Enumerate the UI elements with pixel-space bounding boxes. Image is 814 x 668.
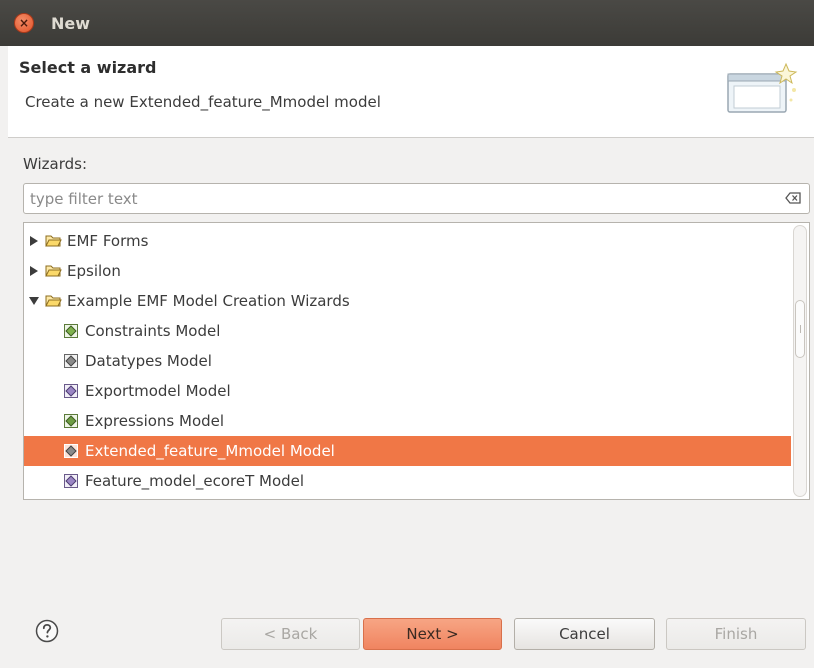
tree-item-constraints-model[interactable]: Constraints Model <box>24 316 791 346</box>
folder-icon <box>45 295 62 307</box>
tree-item-label: Exportmodel Model <box>85 382 231 400</box>
ecore-model-icon <box>64 414 78 428</box>
wizard-tree[interactable]: EMF Forms Epsilon Example EMF Model Crea… <box>23 222 810 500</box>
ecore-model-icon <box>64 474 78 488</box>
tree-item-emf-forms[interactable]: EMF Forms <box>24 226 791 256</box>
tree-item-epsilon[interactable]: Epsilon <box>24 256 791 286</box>
finish-button[interactable]: Finish <box>666 618 806 650</box>
close-icon[interactable]: × <box>14 13 34 33</box>
tree-item-label: Feature_model_ecoreT Model <box>85 472 305 490</box>
tree-item-label: Extended_feature_Mmodel Model <box>85 442 335 460</box>
cancel-button[interactable]: Cancel <box>514 618 655 650</box>
folder-icon <box>45 265 62 277</box>
collapsed-arrow-icon[interactable] <box>29 236 39 246</box>
tree-item-label: Expressions Model <box>85 412 225 430</box>
tree-item-extended-feature-model[interactable]: Extended_feature_Mmodel Model <box>24 436 791 466</box>
tree-item-label: Example EMF Model Creation Wizards <box>67 292 350 310</box>
ecore-model-icon <box>64 444 78 458</box>
expanded-arrow-icon[interactable] <box>29 296 39 306</box>
tree-item-example-emf-wizards[interactable]: Example EMF Model Creation Wizards <box>24 286 791 316</box>
filter-field[interactable] <box>23 183 810 214</box>
scrollbar-thumb[interactable] <box>795 300 805 358</box>
tree-item-label: Datatypes Model <box>85 352 212 370</box>
tree-item-datatypes-model[interactable]: Datatypes Model <box>24 346 791 376</box>
ecore-model-icon <box>64 324 78 338</box>
tree-item-label: EMF Forms <box>67 232 149 250</box>
vertical-scrollbar[interactable] <box>793 225 807 497</box>
page-title: Select a wizard <box>19 58 157 77</box>
help-icon[interactable] <box>35 619 59 643</box>
folder-icon <box>45 235 62 247</box>
title-bar: × New <box>0 0 814 46</box>
tree-item-expressions-model[interactable]: Expressions Model <box>24 406 791 436</box>
wizard-banner-icon <box>727 62 798 113</box>
filter-input[interactable] <box>30 187 770 210</box>
next-button[interactable]: Next > <box>363 618 502 650</box>
wizards-label: Wizards: <box>23 155 88 173</box>
tree-item-feature-model-ecoret[interactable]: Feature_model_ecoreT Model <box>24 466 791 496</box>
back-button[interactable]: < Back <box>221 618 360 650</box>
collapsed-arrow-icon[interactable] <box>29 266 39 276</box>
clear-filter-icon[interactable] <box>785 191 801 205</box>
wizard-header: Select a wizard Create a new Extended_fe… <box>8 46 814 138</box>
tree-item-label: Epsilon <box>67 262 121 280</box>
scrollbar-grip <box>800 325 802 333</box>
tree-item-exportmodel-model[interactable]: Exportmodel Model <box>24 376 791 406</box>
ecore-model-icon <box>64 354 78 368</box>
tree-item-label: Constraints Model <box>85 322 221 340</box>
ecore-model-icon <box>64 384 78 398</box>
page-description: Create a new Extended_feature_Mmodel mod… <box>25 93 381 111</box>
window-title: New <box>51 13 91 33</box>
